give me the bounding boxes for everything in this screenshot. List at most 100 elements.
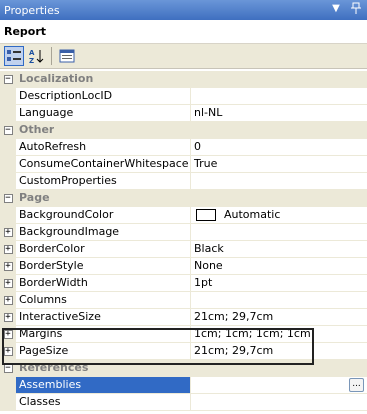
property-name: ConsumeContainerWhitespace [19,157,189,170]
selected-object-name: Report [4,25,47,38]
collapse-icon[interactable]: − [3,363,13,373]
property-name: AutoRefresh [19,140,87,153]
property-row[interactable]: Assemblies... [0,377,367,394]
row-gutter: − [0,360,16,376]
property-name: BorderWidth [19,276,88,289]
property-value[interactable]: 0 [190,139,367,155]
property-name: Language [19,106,74,119]
category-label: References [19,361,89,374]
property-value-text: Black [194,242,224,255]
color-swatch [196,209,216,221]
property-value[interactable] [190,394,367,410]
property-value[interactable] [190,224,367,240]
property-row[interactable]: + PageSize 21cm; 29,7cm [0,343,367,360]
category-row[interactable]: − References [0,360,367,377]
property-value[interactable]: Automatic [190,207,367,223]
property-row[interactable]: Classes [0,394,367,411]
expand-icon[interactable]: + [3,295,13,305]
expand-icon[interactable]: + [3,329,13,339]
category-row[interactable]: − Localization [0,71,367,88]
category-label: Localization [19,72,94,85]
property-value[interactable]: ... [190,377,367,393]
row-gutter [0,88,16,104]
property-row[interactable]: + InteractiveSize 21cm; 29,7cm [0,309,367,326]
property-name: CustomProperties [19,174,117,187]
properties-title-bar: Properties ▼ [0,0,367,20]
property-value[interactable]: True [190,156,367,172]
row-gutter: + [0,241,16,257]
property-row[interactable]: DescriptionLocID [0,88,367,105]
property-value[interactable]: Black [190,241,367,257]
property-value[interactable] [190,173,367,189]
property-row[interactable]: + BorderColor Black [0,241,367,258]
category-label: Other [19,123,55,136]
property-row[interactable]: CustomProperties [0,173,367,190]
property-name: BackgroundImage [19,225,120,238]
row-gutter [0,377,16,393]
property-value-text: True [194,157,218,170]
property-value-text: 21cm; 29,7cm [194,344,274,357]
property-value[interactable]: 21cm; 29,7cm [190,343,367,359]
property-row[interactable]: + BorderStyle None [0,258,367,275]
collapse-icon[interactable]: − [3,74,13,84]
row-gutter: + [0,275,16,291]
category-row[interactable]: − Other [0,122,367,139]
category-row[interactable]: − Page [0,190,367,207]
property-pages-button[interactable] [57,46,77,66]
property-value[interactable]: None [190,258,367,274]
row-gutter [0,394,16,410]
expand-icon[interactable]: + [3,244,13,254]
property-name: Margins [19,327,63,340]
property-value-text: None [194,259,223,272]
row-gutter: − [0,71,16,87]
row-gutter: + [0,224,16,240]
property-value[interactable]: 1cm; 1cm; 1cm; 1cm [190,326,367,342]
dropdown-icon[interactable]: ▼ [329,2,343,16]
property-value-text: nl-NL [194,106,223,119]
property-row[interactable]: BackgroundColor Automatic [0,207,367,224]
row-gutter [0,173,16,189]
row-gutter: + [0,343,16,359]
ellipsis-button[interactable]: ... [349,378,364,392]
toolbar-separator [51,47,52,65]
categorized-button[interactable] [4,46,24,66]
expand-icon[interactable]: + [3,278,13,288]
property-name: PageSize [19,344,69,357]
collapse-icon[interactable]: − [3,193,13,203]
row-gutter: + [0,309,16,325]
property-row[interactable]: AutoRefresh 0 [0,139,367,156]
property-name: BackgroundColor [19,208,114,221]
property-value-text: 0 [194,140,201,153]
row-gutter: − [0,122,16,138]
property-value-text: 1cm; 1cm; 1cm; 1cm [194,327,311,340]
row-gutter: + [0,258,16,274]
collapse-icon[interactable]: − [3,125,13,135]
properties-toolbar: A Z [0,44,367,69]
property-name: InteractiveSize [19,310,101,323]
expand-icon[interactable]: + [3,227,13,237]
row-gutter [0,207,16,223]
property-value[interactable]: 1pt [190,275,367,291]
expand-icon[interactable]: + [3,346,13,356]
property-row[interactable]: Language nl-NL [0,105,367,122]
property-row[interactable]: + BackgroundImage [0,224,367,241]
property-row[interactable]: + Columns [0,292,367,309]
expand-icon[interactable]: + [3,312,13,322]
property-row[interactable]: + Margins 1cm; 1cm; 1cm; 1cm [0,326,367,343]
property-row[interactable]: + BorderWidth 1pt [0,275,367,292]
svg-text:Z: Z [29,57,34,64]
property-value-text: Automatic [224,208,281,221]
property-value[interactable] [190,292,367,308]
row-gutter [0,105,16,121]
property-value[interactable]: 21cm; 29,7cm [190,309,367,325]
category-label: Page [19,191,50,204]
object-selector[interactable]: Report [0,20,367,44]
property-value[interactable] [190,88,367,104]
property-value[interactable]: nl-NL [190,105,367,121]
property-row[interactable]: ConsumeContainerWhitespace True [0,156,367,173]
expand-icon[interactable]: + [3,261,13,271]
property-value-text: 1pt [194,276,213,289]
row-gutter [0,139,16,155]
pin-icon[interactable] [349,2,363,16]
alphabetical-button[interactable]: A Z [26,46,46,66]
